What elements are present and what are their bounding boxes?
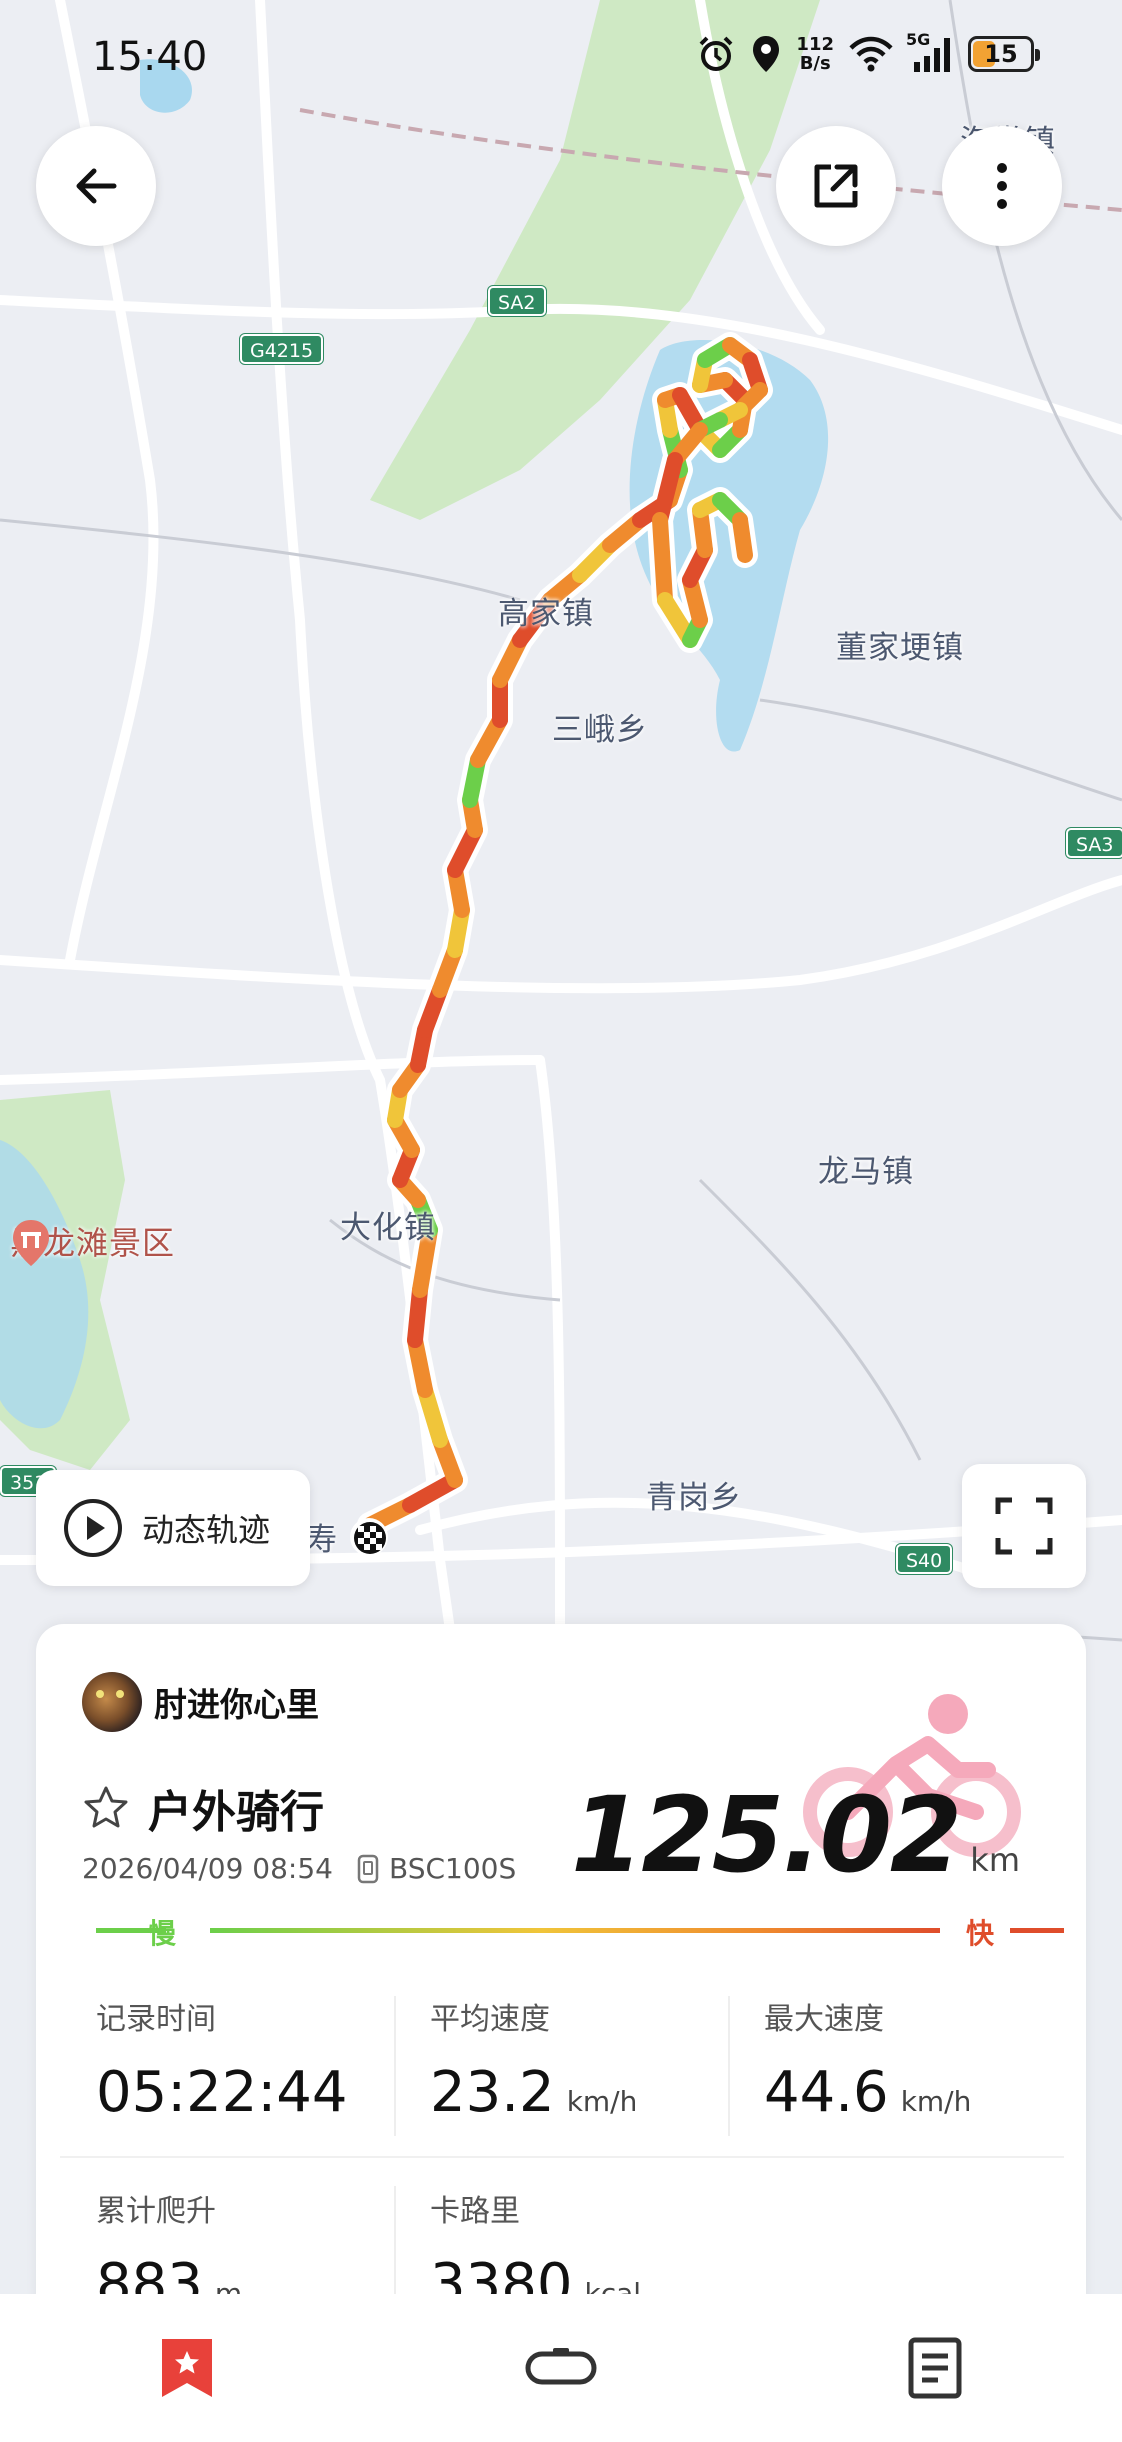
stat-record-time: 记录时间 05:22:44 <box>36 1976 370 2156</box>
signal-icon: 5G <box>906 30 954 74</box>
share-icon <box>814 164 858 208</box>
username: 肘进你心里 <box>154 1685 319 1724</box>
alarm-icon <box>696 34 736 74</box>
back-button[interactable] <box>36 126 156 246</box>
play-icon <box>64 1499 122 1557</box>
speed-legend: 慢 快 <box>60 1906 1064 1956</box>
distance-unit: km <box>970 1841 1020 1879</box>
road-badge-sa2: SA2 <box>488 286 546 316</box>
distance-value: 125.02 <box>570 1774 962 1896</box>
fullscreen-button[interactable] <box>962 1464 1086 1588</box>
stat-max-speed: 最大速度 44.6 km/h <box>704 1976 1038 2156</box>
user-row[interactable]: 肘进你心里 <box>82 1672 319 1732</box>
stat-avg-speed: 平均速度 23.2 km/h <box>370 1976 704 2156</box>
map-label-qinggang: 青岗乡 <box>646 1480 742 1516</box>
bookmark-star-icon <box>162 2339 212 2397</box>
activity-type-row: 户外骑行 <box>82 1776 324 1840</box>
dynamic-track-button[interactable]: 动态轨迹 <box>36 1470 310 1586</box>
nav-favorites[interactable] <box>87 2308 287 2428</box>
route-segment <box>652 512 673 608</box>
road-badge-g4215: G4215 <box>240 334 324 364</box>
nav-device[interactable] <box>461 2308 661 2428</box>
stat-unit: km/h <box>900 2085 972 2118</box>
device-name: BSC100S <box>388 1852 517 1885</box>
net-speed: 112 B/s <box>796 34 834 74</box>
poi-heilongtan[interactable]: 黑龙滩景区 <box>10 1218 175 1266</box>
stat-value: 23.2 <box>430 2060 555 2125</box>
more-vertical-icon <box>997 163 1007 209</box>
activity-datetime: 2026/04/09 08:54 <box>82 1852 333 1885</box>
stat-label: 最大速度 <box>764 2002 884 2037</box>
net-speed-value: 112 <box>796 34 834 55</box>
status-time: 15:40 <box>92 34 208 80</box>
stat-value: 44.6 <box>764 2060 889 2125</box>
more-button[interactable] <box>942 126 1062 246</box>
legend-fast: 快 <box>966 1917 995 1950</box>
activity-meta: 2026/04/09 08:54 BSC100S <box>82 1852 516 1885</box>
stat-label: 记录时间 <box>96 2002 216 2037</box>
stat-label: 平均速度 <box>430 2002 550 2037</box>
poi-marker-icon <box>13 1220 49 1266</box>
road-badge-s40: S40 <box>896 1544 953 1574</box>
signal-label: 5G <box>906 30 931 49</box>
divider <box>394 1996 396 2136</box>
speed-gradient-bar <box>96 1928 1064 1933</box>
avatar[interactable] <box>82 1672 142 1732</box>
wifi-icon <box>848 34 894 74</box>
device-info: BSC100S <box>357 1852 516 1885</box>
location-icon <box>750 34 782 74</box>
status-bar: 15:40 112 B/s 5G 15 <box>0 0 1122 110</box>
route-map[interactable]: 高家镇 三峨乡 董家埂镇 龙马镇 大化镇 青岗乡 海棠镇 寿 黑龙滩景区 SA2… <box>0 0 1122 1700</box>
back-arrow-icon <box>76 168 117 204</box>
legend-slow: 慢 <box>148 1917 177 1950</box>
stat-label: 卡路里 <box>430 2194 520 2229</box>
total-distance: 125.02 km <box>571 1774 1020 1896</box>
star-outline-icon[interactable] <box>82 1784 130 1832</box>
map-label-longma: 龙马镇 <box>818 1154 914 1190</box>
document-icon <box>908 2337 962 2399</box>
finish-flag-icon <box>350 1518 388 1556</box>
divider <box>728 1996 730 2136</box>
bottom-nav <box>0 2294 1122 2442</box>
device-icon <box>357 1854 379 1883</box>
map-label-gaojia: 高家镇 <box>498 596 594 632</box>
map-canvas <box>0 0 1122 1700</box>
map-label-start-town: 寿 <box>306 1522 338 1558</box>
map-label-sane: 三峨乡 <box>552 712 648 748</box>
share-button[interactable] <box>776 126 896 246</box>
dynamic-track-label: 动态轨迹 <box>142 1511 271 1549</box>
stat-unit: km/h <box>566 2085 638 2118</box>
nav-records[interactable] <box>835 2308 1035 2428</box>
stat-label: 累计爬升 <box>96 2194 216 2229</box>
battery-level: 15 <box>984 40 1018 68</box>
battery-icon: 15 <box>968 34 1040 74</box>
device-icon <box>525 2348 597 2385</box>
stat-value: 05:22:44 <box>96 2060 348 2125</box>
activity-type: 户外骑行 <box>148 1787 324 1838</box>
fullscreen-icon <box>995 1497 1053 1555</box>
status-icons: 112 B/s 5G 15 <box>696 30 1040 74</box>
activity-card: 肘进你心里 户外骑行 2026/04/09 08:54 BSC100S 125.… <box>36 1624 1086 2324</box>
net-speed-unit: B/s <box>799 53 831 74</box>
map-label-dongjiageng: 董家埂镇 <box>836 630 964 666</box>
map-label-dahua: 大化镇 <box>340 1210 436 1246</box>
road-badge-sa3: SA3 <box>1066 828 1122 858</box>
divider <box>60 2156 1064 2158</box>
route-segment <box>732 512 753 563</box>
